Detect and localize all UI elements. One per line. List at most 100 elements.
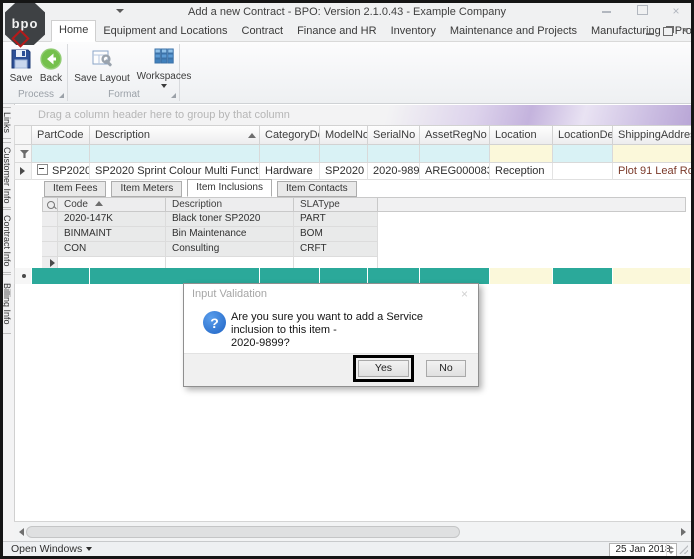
new-row-cell-description[interactable] — [90, 268, 260, 284]
tab-item-contacts[interactable]: Item Contacts — [276, 181, 357, 197]
column-header-modelno[interactable]: ModelNo — [320, 125, 368, 145]
cell-assetregno[interactable]: AREG000083 — [420, 163, 490, 180]
column-header-assetregno[interactable]: AssetRegNo — [420, 125, 490, 145]
filter-cell-partcode[interactable] — [32, 145, 90, 163]
cell-categorydesc[interactable]: Hardware — [260, 163, 320, 180]
scrollbar-thumb[interactable] — [26, 526, 460, 538]
date-spinner[interactable] — [666, 544, 675, 556]
detail-cell[interactable]: BOM — [294, 227, 378, 242]
save-layout-button[interactable]: Save Layout — [73, 47, 131, 84]
detail-column-slatype[interactable]: SLAType — [294, 197, 378, 212]
row-indicator — [14, 163, 32, 180]
tab-inventory[interactable]: Inventory — [384, 22, 443, 41]
workspaces-button[interactable]: Workspaces — [135, 47, 193, 88]
cell-partcode-value: SP2020 — [52, 165, 90, 177]
new-row-cell-location[interactable] — [490, 268, 553, 284]
column-header-description-label: Description — [95, 129, 151, 141]
filter-cell-shippingaddress[interactable] — [613, 145, 691, 163]
cell-location[interactable]: Reception — [490, 163, 553, 180]
column-header-location[interactable]: Location — [490, 125, 553, 145]
cell-shippingaddress[interactable]: Plot 91 Leaf Road, Fo — [613, 163, 691, 180]
dialog-close-icon[interactable]: × — [461, 288, 468, 300]
detail-cell[interactable]: Black toner SP2020 — [166, 212, 294, 227]
ribbon-tab-strip: Home Equipment and Locations Contract Fi… — [3, 20, 694, 42]
question-icon: ? — [203, 311, 226, 334]
tab-maintenance-and-projects[interactable]: Maintenance and Projects — [443, 22, 584, 41]
scroll-left-icon[interactable] — [19, 528, 24, 536]
sidebar-item-billing-info[interactable]: Billing Info — [0, 274, 11, 334]
open-windows-dropdown-icon — [86, 547, 93, 551]
new-row-cell-shippingaddress[interactable] — [613, 268, 690, 284]
mdi-minimize-icon[interactable] — [645, 33, 654, 35]
tab-finance-and-hr[interactable]: Finance and HR — [290, 22, 384, 41]
tab-item-fees[interactable]: Item Fees — [44, 181, 107, 197]
cell-locationdesc[interactable] — [553, 163, 613, 180]
filter-cell-location[interactable] — [490, 145, 553, 163]
logo-text: bpo — [11, 16, 39, 31]
filter-cell-serialno[interactable] — [368, 145, 420, 163]
mdi-close-icon[interactable]: × — [682, 26, 688, 37]
open-windows-label: Open Windows — [11, 543, 83, 555]
detail-column-description[interactable]: Description — [166, 197, 294, 212]
tab-equipment-and-locations[interactable]: Equipment and Locations — [96, 22, 234, 41]
detail-cell[interactable]: BINMAINT — [58, 227, 166, 242]
new-row-indicator — [14, 268, 32, 284]
filter-cell-locationdesc[interactable] — [553, 145, 613, 163]
tab-item-meters[interactable]: Item Meters — [111, 181, 183, 197]
sidebar-item-contract-info[interactable]: Contract Info — [0, 209, 11, 273]
filter-funnel-icon — [20, 150, 29, 158]
horizontal-scrollbar[interactable] — [14, 521, 691, 542]
cell-partcode[interactable]: SP2020 — [32, 163, 90, 180]
column-header-shippingaddress[interactable]: ShippingAddress — [613, 125, 691, 145]
no-button[interactable]: No — [426, 360, 466, 377]
group-by-panel[interactable]: Drag a column header here to group by th… — [14, 105, 691, 125]
collapse-detail-icon[interactable] — [37, 164, 48, 175]
dialog-title: Input Validation — [192, 288, 268, 300]
new-row-cell-serialno[interactable] — [368, 268, 420, 284]
column-header-categorydesc[interactable]: CategoryDesc — [260, 125, 320, 145]
column-header-partcode[interactable]: PartCode — [32, 125, 90, 145]
tab-item-inclusions[interactable]: Item Inclusions — [187, 179, 272, 197]
mdi-restore-icon[interactable] — [662, 26, 673, 36]
process-group-launcher-icon[interactable] — [59, 93, 64, 98]
cell-description[interactable]: SP2020 Sprint Colour Multi Functional Co… — [90, 163, 260, 180]
detail-cell[interactable]: Bin Maintenance — [166, 227, 294, 242]
open-windows-button[interactable]: Open Windows — [11, 543, 93, 556]
quick-access-dropdown-icon[interactable] — [116, 9, 124, 13]
date-editor[interactable]: 25 Jan 2018 — [609, 543, 677, 557]
new-row-cell-locationdesc[interactable] — [553, 268, 613, 284]
back-button[interactable]: Back — [37, 47, 65, 84]
save-button[interactable]: Save — [7, 47, 35, 84]
new-row-cell-modelno[interactable] — [320, 268, 368, 284]
cell-serialno[interactable]: 2020-9899 — [368, 163, 420, 180]
detail-cell[interactable]: CON — [58, 242, 166, 257]
new-row-cell-categorydesc[interactable] — [260, 268, 320, 284]
filter-cell-description[interactable] — [90, 145, 260, 163]
close-icon[interactable]: × — [666, 4, 686, 18]
new-row-cell-partcode[interactable] — [32, 268, 90, 284]
detail-cell[interactable]: Consulting — [166, 242, 294, 257]
detail-row-indicator — [42, 227, 58, 242]
sidebar-item-links[interactable]: Links — [0, 107, 11, 139]
search-icon[interactable] — [47, 201, 57, 210]
minimize-icon[interactable] — [596, 4, 616, 18]
detail-cell[interactable]: 2020-147K — [58, 212, 166, 227]
filter-cell-modelno[interactable] — [320, 145, 368, 163]
column-header-description[interactable]: Description — [90, 125, 260, 145]
filter-cell-assetregno[interactable] — [420, 145, 490, 163]
tab-contract[interactable]: Contract — [235, 22, 291, 41]
new-row-cell-assetregno[interactable] — [420, 268, 490, 284]
format-group-launcher-icon[interactable] — [171, 93, 176, 98]
detail-cell[interactable]: PART — [294, 212, 378, 227]
detail-column-code[interactable]: Code — [58, 197, 166, 212]
sidebar-item-customer-info[interactable]: Customer Info — [0, 142, 11, 208]
tab-home[interactable]: Home — [51, 20, 97, 42]
filter-cell-categorydesc[interactable] — [260, 145, 320, 163]
scroll-right-icon[interactable] — [681, 528, 686, 536]
resize-grip-icon[interactable] — [679, 545, 688, 554]
column-header-locationdesc[interactable]: LocationDesc — [553, 125, 613, 145]
column-header-serialno[interactable]: SerialNo — [368, 125, 420, 145]
detail-cell[interactable]: CRFT — [294, 242, 378, 257]
cell-modelno[interactable]: SP2020 — [320, 163, 368, 180]
maximize-icon[interactable] — [632, 4, 652, 18]
